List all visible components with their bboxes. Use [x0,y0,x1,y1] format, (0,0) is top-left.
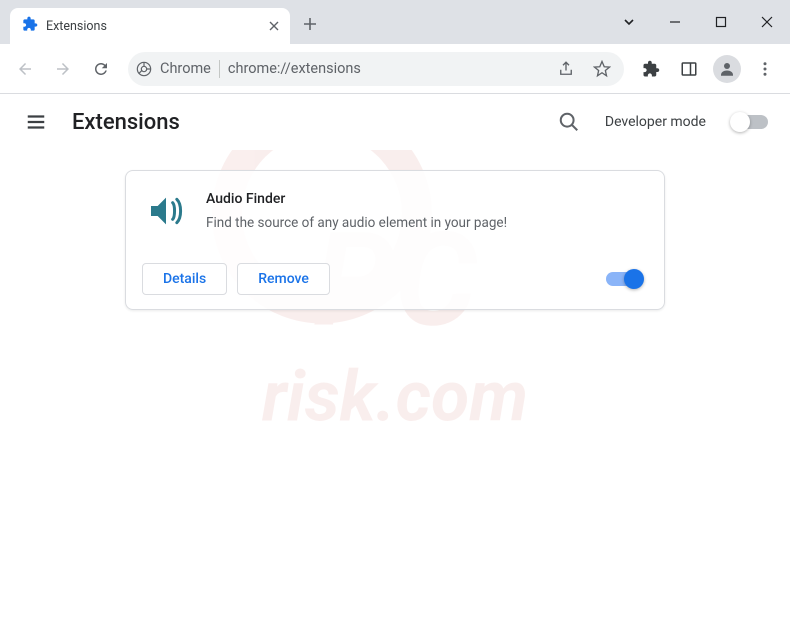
maximize-button[interactable] [698,0,744,44]
remove-button[interactable]: Remove [237,263,330,295]
window-controls [606,0,790,44]
content-area: Audio Finder Find the source of any audi… [0,150,790,330]
omnibox-scheme: Chrome [160,60,211,77]
close-tab-button[interactable] [266,18,282,34]
page-title: Extensions [72,110,180,135]
side-panel-button[interactable] [672,52,706,86]
omnibox-divider [219,60,220,78]
search-button[interactable] [549,102,589,142]
share-button[interactable] [552,55,580,83]
chrome-icon [136,61,152,77]
details-button[interactable]: Details [142,263,227,295]
toggle-knob-on [624,269,644,289]
back-button[interactable] [8,52,42,86]
omnibox-prefix: Chrome [136,60,220,78]
forward-button[interactable] [46,52,80,86]
extension-card: Audio Finder Find the source of any audi… [125,170,665,310]
address-bar[interactable]: Chrome chrome://extensions [128,52,624,86]
extension-description: Find the source of any audio element in … [206,213,644,233]
tab-title: Extensions [46,19,258,34]
close-window-button[interactable] [744,0,790,44]
extensions-header: Extensions Developer mode [0,94,790,150]
extension-name: Audio Finder [206,191,644,207]
hamburger-menu-button[interactable] [16,102,56,142]
speaker-icon [146,191,186,231]
reload-button[interactable] [84,52,118,86]
extension-enable-toggle[interactable] [606,272,642,286]
avatar [713,55,741,83]
extensions-toolbar-button[interactable] [634,52,668,86]
browser-tab[interactable]: Extensions [10,8,290,44]
menu-button[interactable] [748,52,782,86]
puzzle-icon [22,16,38,36]
window-titlebar: Extensions [0,0,790,44]
new-tab-button[interactable] [296,10,324,38]
developer-mode-toggle[interactable] [732,115,768,129]
toggle-knob [730,112,750,132]
omnibox-url: chrome://extensions [228,60,544,77]
tab-search-button[interactable] [606,0,652,44]
profile-button[interactable] [710,52,744,86]
developer-mode-label: Developer mode [605,114,706,130]
bookmark-button[interactable] [588,55,616,83]
minimize-button[interactable] [652,0,698,44]
address-bar-row: Chrome chrome://extensions [0,44,790,94]
